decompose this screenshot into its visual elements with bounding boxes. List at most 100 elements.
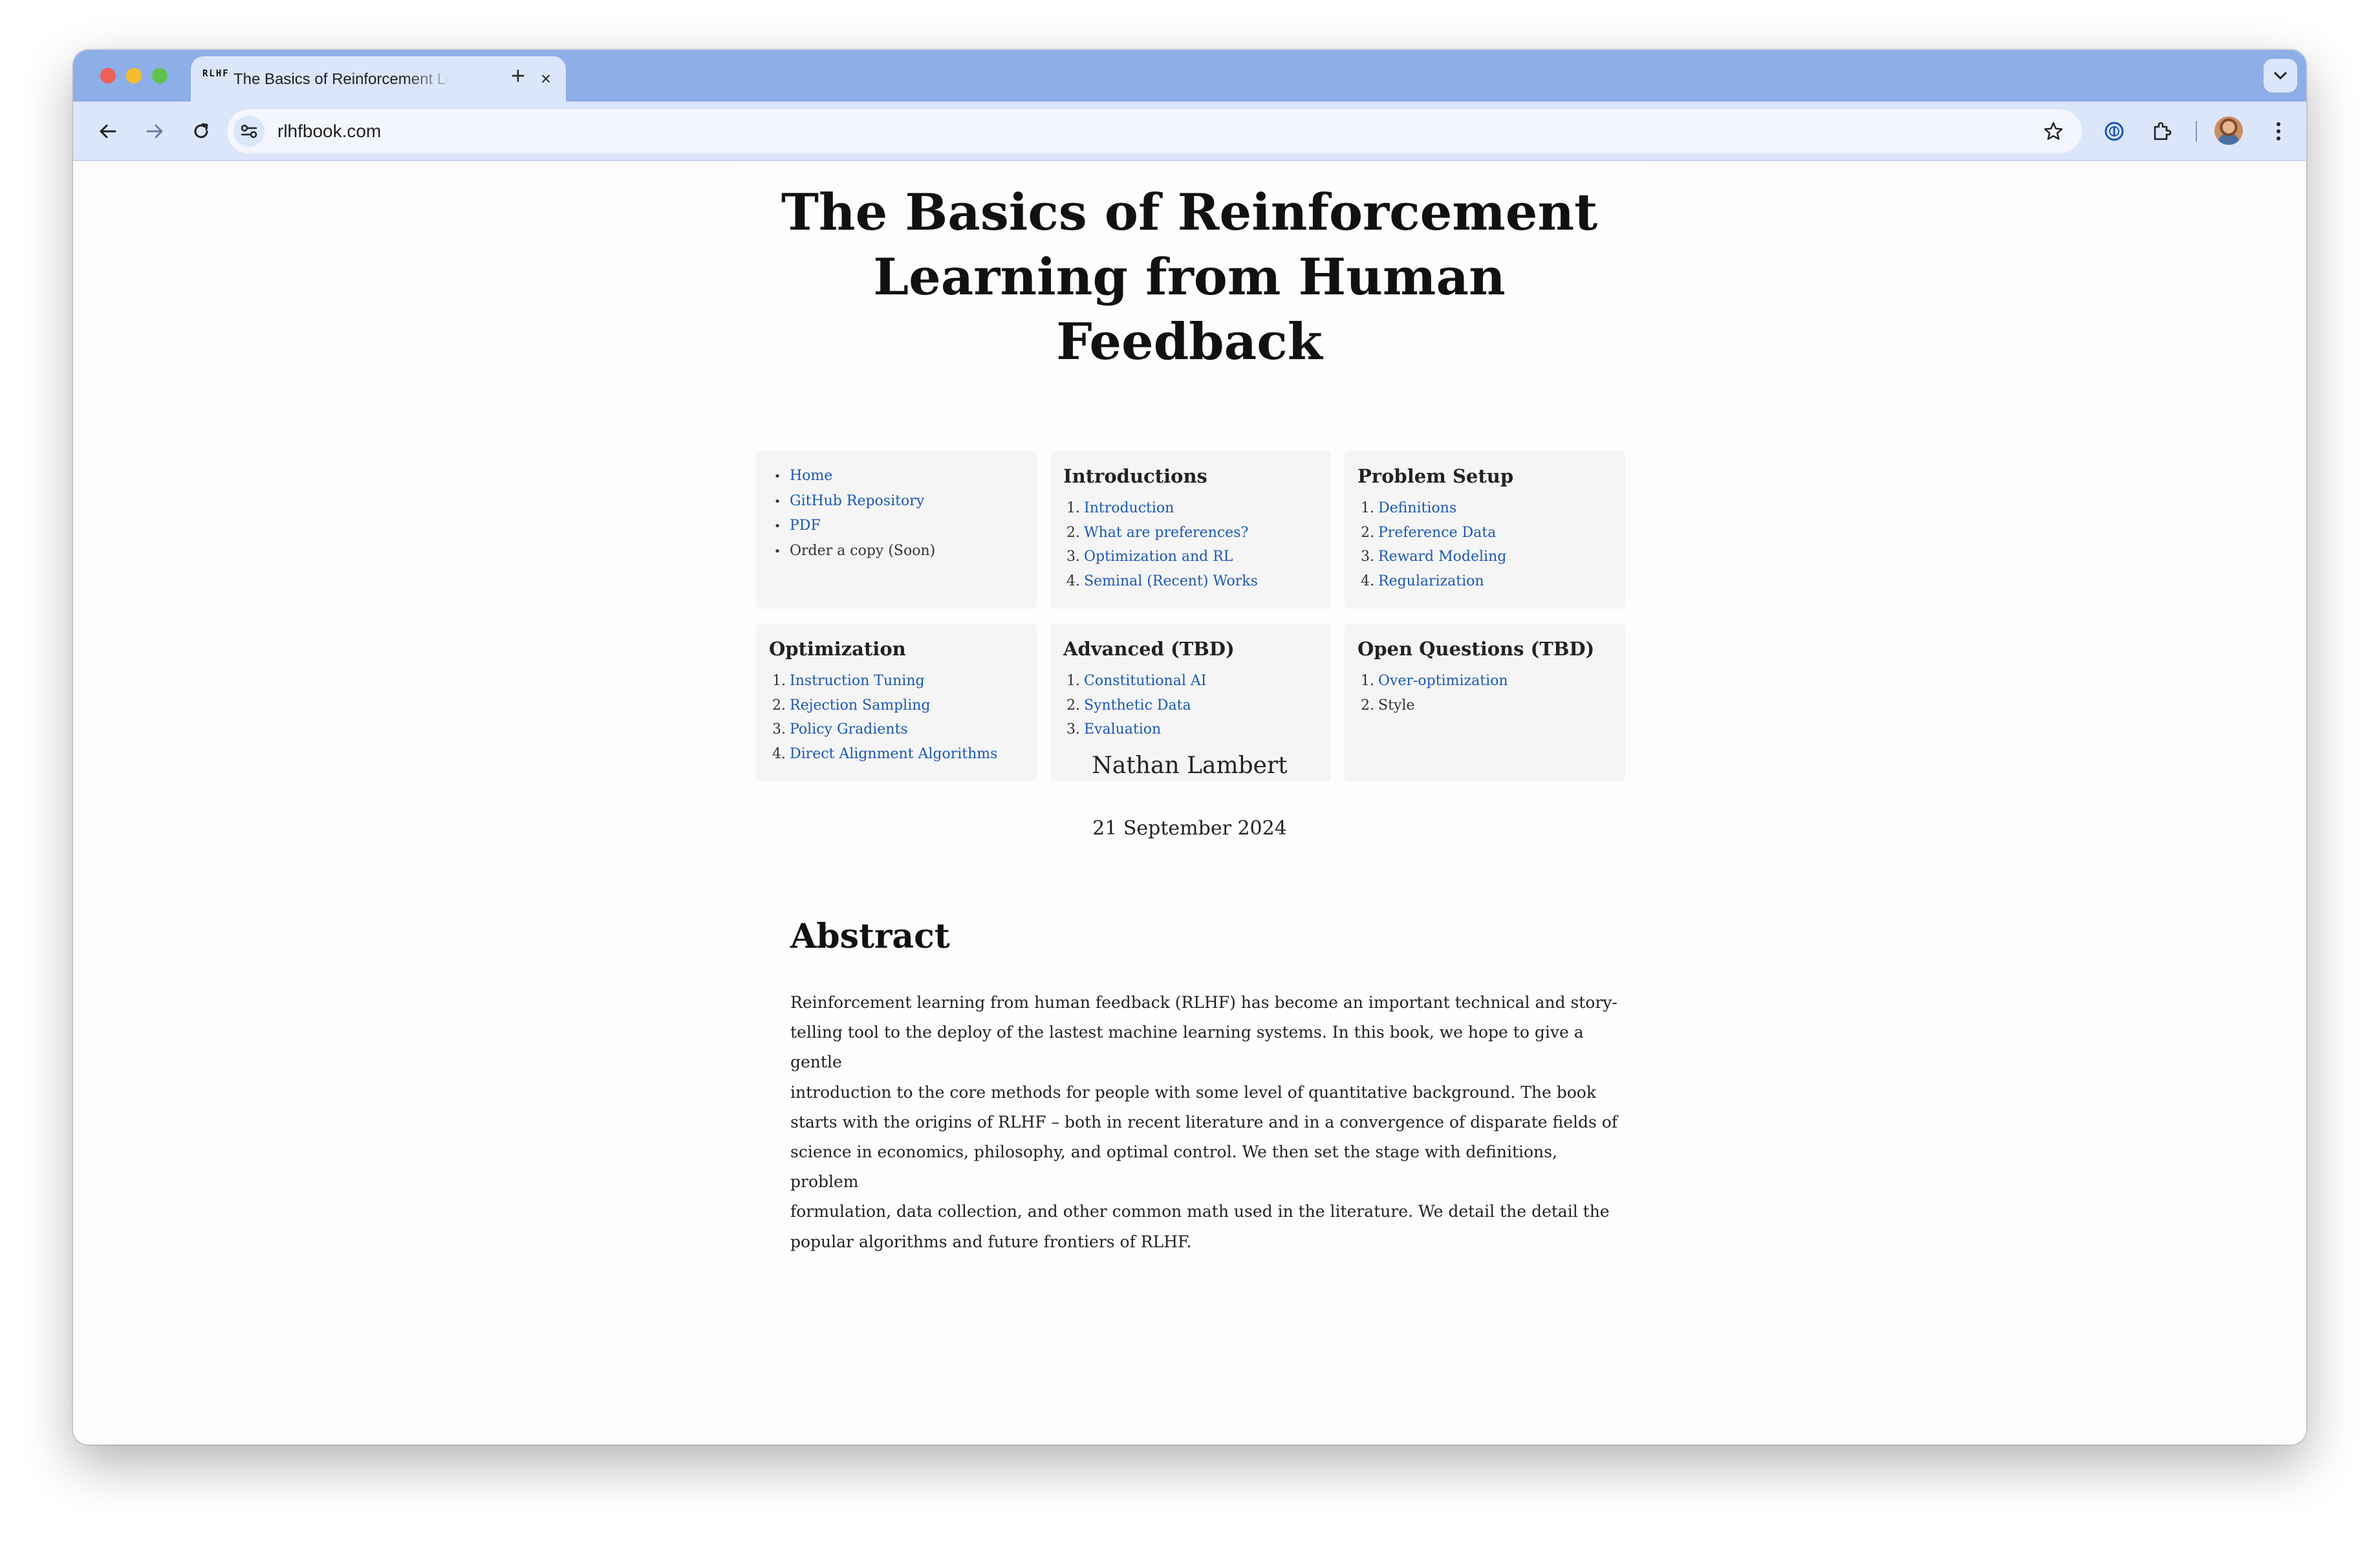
abstract-text: Reinforcement learning from human feedba… [790,988,1625,1257]
toolbar: rlhfbook.com [73,102,2306,161]
new-tab-button[interactable]: + [505,64,531,90]
item-number: 2. [1361,697,1374,714]
item-number: 1. [772,673,786,689]
pdf-link[interactable]: PDF [790,518,821,534]
links-card: • Home • GitHub Repository • PDF • Order a c… [756,451,1037,609]
section-list: 1. Over-optimization 2. Style [1358,669,1508,717]
list-item: 3. Evaluation [1063,717,1206,742]
introductions-card: Introductions 1. Introduction 2. What are … [1050,451,1331,609]
chapter-link[interactable]: Synthetic Data [1084,697,1191,714]
item-number: 3. [1361,549,1374,565]
section-heading: Open Questions (TBD) [1358,638,1595,660]
chapter-link[interactable]: Instruction Tuning [790,673,925,689]
chapter-link[interactable]: Policy Gradients [790,721,908,738]
list-item: 1. Definitions [1358,496,1506,521]
chapter-link[interactable]: Constitutional AI [1084,673,1206,689]
chapter-link[interactable]: Regularization [1378,573,1484,589]
tab-search-button[interactable] [2264,59,2297,93]
list-item: 2. Preference Data [1358,521,1506,545]
minimize-window-button[interactable] [126,68,142,83]
tab-title-fade [404,65,456,91]
item-number: 1. [1361,673,1374,689]
list-item: 2. Synthetic Data [1063,694,1206,718]
section-heading: Problem Setup [1358,465,1514,487]
list-item: 3. Policy Gradients [769,717,997,742]
list-item: 4. Regularization [1358,569,1506,594]
publication-date: 21 September 2024 [1092,817,1287,840]
section-list: 1. Constitutional AI 2. Synthetic Data 3. E… [1063,669,1206,742]
chevron-down-icon [2274,72,2287,80]
more-vertical-icon [2277,122,2280,140]
chapter-link[interactable]: Preference Data [1378,525,1496,541]
address-bar[interactable]: rlhfbook.com [227,109,2082,153]
reload-icon [194,123,208,138]
password-manager-button[interactable] [2099,116,2130,147]
item-number: 4. [1361,573,1374,589]
item-number: 2. [1361,524,1374,541]
back-button[interactable] [92,116,124,147]
list-item: 2. What are preferences? [1063,521,1258,545]
home-link[interactable]: Home [790,468,832,484]
list-item: 3. Reward Modeling [1358,545,1506,569]
chapter-text: Style [1378,697,1415,714]
abstract-heading: Abstract [790,917,950,956]
section-heading: Optimization [769,638,906,660]
abstract-line: Reinforcement learning from human feedba… [790,993,1617,1012]
item-number: 3. [1066,549,1080,565]
item-number: 1. [1361,500,1374,516]
item-number: 2. [1066,524,1080,541]
chapter-link[interactable]: Seminal (Recent) Works [1084,573,1258,589]
list-item: • GitHub Repository [774,492,925,509]
site-info-button[interactable] [233,116,265,147]
list-item: 3. Optimization and RL [1063,545,1258,569]
puzzle-icon [2154,122,2172,140]
browser-menu-button[interactable] [2263,116,2294,147]
tab-strip: RLHF The Basics of Reinforcement Learnin… [73,50,2306,102]
tune-icon [241,124,257,138]
forward-button[interactable] [139,116,170,147]
password-manager-icon [2104,122,2124,141]
abstract-line: formulation, data collection, and other … [790,1202,1610,1221]
item-number: 1. [1066,673,1080,689]
item-number: 3. [772,721,786,738]
tab-close-button[interactable]: × [535,68,557,90]
profile-avatar[interactable] [2214,116,2243,145]
abstract-line: starts with the origins of RLHF – both i… [790,1112,1618,1131]
chapter-link[interactable]: What are preferences? [1084,525,1248,541]
maximize-window-button[interactable] [152,68,168,83]
chapter-link[interactable]: Over-optimization [1378,673,1508,689]
item-number: 1. [1066,500,1080,516]
url-text[interactable]: rlhfbook.com [277,121,381,142]
item-number: 3. [1066,721,1080,738]
chapter-link[interactable]: Reward Modeling [1378,549,1506,565]
chapter-link[interactable]: Definitions [1378,500,1456,516]
section-list: 1. Introduction 2. What are preferences? 3… [1063,496,1258,593]
favicon-icon: RLHF [202,69,228,89]
bookmark-button[interactable] [2040,118,2066,144]
reload-button[interactable] [186,116,217,147]
abstract-line: science in economics, philosophy, and op… [790,1142,1557,1192]
section-list: 1. Definitions 2. Preference Data 3. Reward… [1358,496,1506,593]
arrow-left-icon [100,124,116,138]
github-repository-link[interactable]: GitHub Repository [790,493,924,509]
order-copy-text: Order a copy (Soon) [790,542,936,559]
section-list: 1. Instruction Tuning 2. Rejection Samplin… [769,669,997,766]
chapter-link[interactable]: Rejection Sampling [790,697,931,714]
item-number: 2. [772,697,786,714]
extensions-button[interactable] [2147,116,2178,147]
list-item: 2. Style [1358,694,1508,718]
chapter-link[interactable]: Introduction [1084,500,1174,516]
list-item: • Home [774,468,833,484]
section-heading: Introductions [1063,465,1207,487]
chapter-link[interactable]: Optimization and RL [1084,549,1233,565]
links-list: • Home • GitHub Repository • PDF • Order a c… [769,464,936,563]
page-title: The Basics of Reinforcement Learning fro… [781,183,1598,371]
star-icon [2044,122,2063,140]
chapter-link[interactable]: Evaluation [1084,721,1161,738]
close-window-button[interactable] [100,68,116,83]
list-item: 1. Constitutional AI [1063,669,1206,694]
item-number: 2. [1066,697,1080,714]
toolbar-separator [2196,121,2197,142]
browser-window: RLHF The Basics of Reinforcement Learnin… [73,50,2306,1445]
list-item: • PDF [774,518,821,534]
